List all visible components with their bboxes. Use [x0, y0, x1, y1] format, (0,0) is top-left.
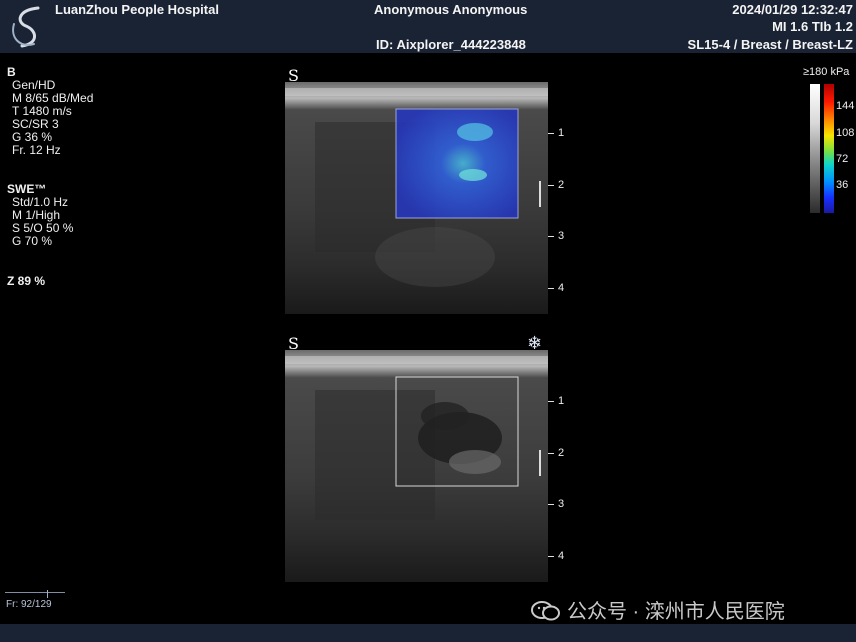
frame-counter: Fr: 92/129: [6, 599, 52, 610]
probe-preset: SL15-4 / Breast / Breast-LZ: [687, 37, 853, 52]
kpa-label: 36: [836, 179, 849, 191]
mi-tib-readout: MI 1.6 TIb 1.2: [772, 19, 853, 34]
brand-logo-icon: [12, 6, 40, 48]
depth-tick: [548, 556, 554, 557]
depth-tick: [548, 504, 554, 505]
kpa-label: 144: [836, 100, 855, 112]
depth-tick: [548, 185, 554, 186]
b-mode-params: B Gen/HD M 8/65 dB/Med T 1480 m/s SC/SR …: [7, 66, 93, 157]
swe-params: SWE™ Std/1.0 Hz M 1/High S 5/O 50 % G 70…: [7, 183, 73, 248]
swe-elasticity-box: [396, 109, 518, 218]
b-mode-param: Fr. 12 Hz: [12, 143, 61, 157]
swe-image: [285, 82, 548, 314]
depth-tick: [548, 453, 554, 454]
watermark-text: 公众号 · 滦州市人民医院: [567, 601, 785, 623]
exam-datetime: 2024/01/29 12:32:47: [732, 2, 853, 17]
zoom-readout: Z 89 %: [7, 274, 46, 288]
kpa-max-label: ≥180 kPa: [803, 66, 850, 78]
cine-slider-handle[interactable]: [47, 590, 48, 598]
kpa-label: 108: [836, 127, 855, 139]
depth-label: 4: [558, 282, 565, 294]
patient-id: ID: Aixplorer_444223848: [376, 37, 526, 52]
depth-label: 4: [558, 550, 565, 562]
depth-label: 1: [558, 127, 565, 139]
cine-slider[interactable]: [5, 590, 65, 599]
swe-image-pane[interactable]: [285, 82, 548, 314]
b-mode-image-pane[interactable]: [285, 350, 548, 582]
depth-tick: [548, 288, 554, 289]
depth-label: 2: [558, 447, 565, 459]
depth-tick: [548, 236, 554, 237]
wechat-icon: [531, 601, 560, 621]
focus-marker: [539, 181, 541, 207]
hospital-name: LuanZhou People Hospital: [55, 2, 219, 17]
grayscale-bar: [810, 84, 820, 213]
kpa-label: 72: [836, 153, 849, 165]
swe-param: G 70 %: [12, 234, 53, 248]
elasticity-colorbar: [824, 84, 834, 213]
watermark: 公众号 · 滦州市人民医院: [531, 595, 785, 624]
depth-label: 3: [558, 230, 565, 242]
depth-label: 2: [558, 179, 565, 191]
depth-tick: [548, 401, 554, 402]
footer-bar: [0, 624, 856, 642]
depth-tick: [548, 133, 554, 134]
header-bar: LuanZhou People Hospital Anonymous Anony…: [0, 0, 856, 53]
depth-label: 1: [558, 395, 565, 407]
focus-marker: [539, 450, 541, 476]
patient-name: Anonymous Anonymous: [374, 2, 528, 17]
b-mode-image: [285, 350, 548, 582]
depth-label: 3: [558, 498, 565, 510]
